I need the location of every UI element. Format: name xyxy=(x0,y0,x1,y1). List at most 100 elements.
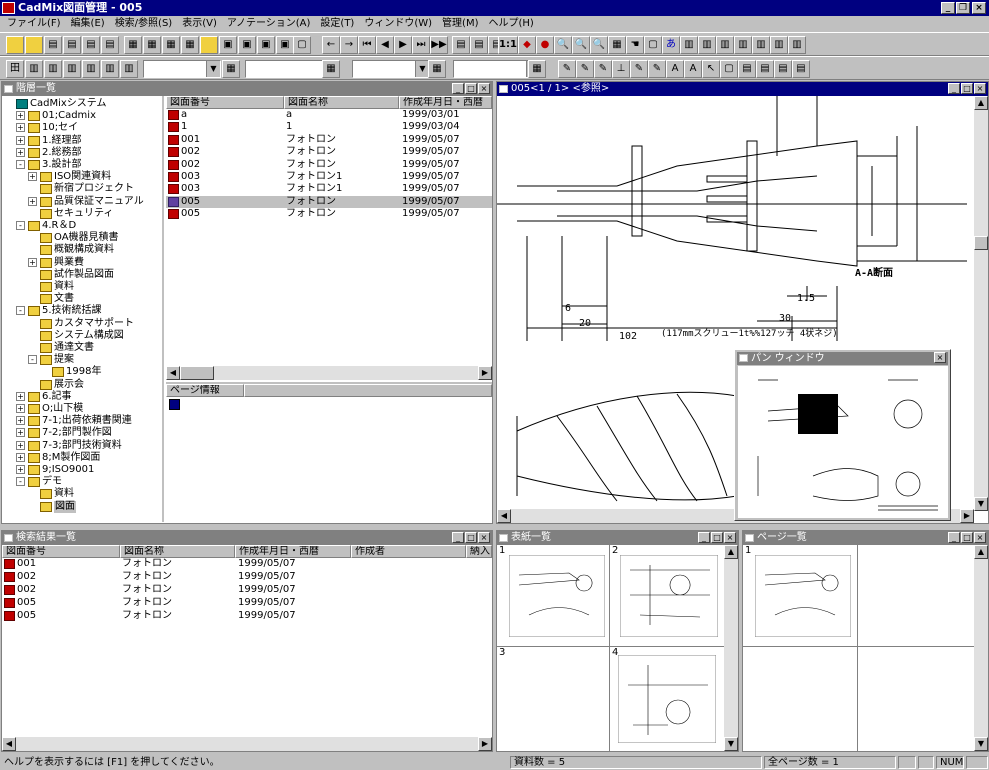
table-row[interactable]: 005 フォトロン 1999/05/07 xyxy=(166,208,492,220)
print-annotation-icon[interactable]: ▤ xyxy=(774,60,792,78)
combo-1[interactable]: ▼ xyxy=(143,60,221,78)
scroll-up-icon[interactable]: ▲ xyxy=(974,545,988,559)
expand-icon[interactable]: + xyxy=(16,123,25,133)
expand-icon[interactable]: + xyxy=(16,428,25,438)
tree-item[interactable]: +1.経理部 xyxy=(2,135,162,147)
expand-icon[interactable]: + xyxy=(28,257,37,267)
tree-item[interactable]: 1998年 xyxy=(2,366,162,378)
tree-item[interactable]: + O;山下模 xyxy=(2,403,162,415)
page-doc-icon[interactable] xyxy=(169,399,180,410)
menu-search[interactable]: 検索/参照(S) xyxy=(110,17,178,31)
tree-item[interactable]: - 4.R＆D xyxy=(2,220,162,232)
sheet-cell[interactable]: 3 xyxy=(497,647,610,751)
erase-icon[interactable]: ▢ xyxy=(720,60,738,78)
table-row[interactable]: 001 フォトロン 1999/05/07 xyxy=(166,134,492,146)
register-icon[interactable] xyxy=(200,36,218,54)
collapse-icon[interactable]: - xyxy=(16,160,25,169)
table-row[interactable]: 002 フォトロン 1999/05/07 xyxy=(166,146,492,158)
layout-icon-2[interactable]: ▥ xyxy=(698,36,716,54)
window-icon-6[interactable]: ▥ xyxy=(120,60,138,78)
restore-button[interactable]: ❐ xyxy=(956,2,970,14)
scroll-left-icon[interactable]: ◀ xyxy=(2,737,16,751)
search-hscroll[interactable]: ◀ ▶ xyxy=(2,737,492,751)
minimize-button[interactable]: _ xyxy=(941,2,955,14)
expand-icon[interactable]: + xyxy=(16,135,25,145)
pan-icon[interactable]: ☚ xyxy=(626,36,644,54)
table-row[interactable]: 1 1 1999/03/04 xyxy=(166,121,492,133)
viewer-minimize-button[interactable]: _ xyxy=(948,83,960,94)
scroll-up-icon[interactable]: ▲ xyxy=(724,545,738,559)
search-minimize-button[interactable]: _ xyxy=(452,532,464,543)
menu-help[interactable]: ヘルプ(H) xyxy=(483,17,538,31)
col-drawing-name[interactable]: 図面名称 xyxy=(284,96,399,109)
fast-forward-icon[interactable]: ▶▶ xyxy=(430,36,448,54)
text-icon[interactable]: A xyxy=(666,60,684,78)
marker-icon[interactable]: ✎ xyxy=(648,60,666,78)
scroll-right-icon[interactable]: ▶ xyxy=(478,737,492,751)
font-icon[interactable]: あ xyxy=(662,36,680,54)
page-vscroll[interactable]: ▲ ▼ xyxy=(974,545,988,751)
col-drawing-number[interactable]: 図面番号 xyxy=(166,96,284,109)
sheet-cell[interactable]: 1 xyxy=(497,545,610,647)
note-icon[interactable]: ▤ xyxy=(756,60,774,78)
combo-2-button[interactable]: ▦ xyxy=(322,60,340,78)
delete-doc-icon[interactable]: ▤ xyxy=(101,36,119,54)
app-icon[interactable] xyxy=(2,2,15,14)
tree-item[interactable]: +6.記事 xyxy=(2,391,162,403)
scroll-up-icon[interactable]: ▲ xyxy=(974,96,988,110)
drawing-list-hscroll[interactable]: ◀ ▶ xyxy=(166,366,492,380)
tree-item[interactable]: 通達文書 xyxy=(2,342,162,354)
rotate-icon[interactable]: ◆ xyxy=(518,36,536,54)
tree-item[interactable]: OA機器見積書 xyxy=(2,232,162,244)
tree-item[interactable]: +8;M製作図面 xyxy=(2,452,162,464)
scroll-left-icon[interactable]: ◀ xyxy=(497,509,511,523)
tree-item[interactable]: 概観構成資料 xyxy=(2,244,162,256)
menu-annotation[interactable]: アノテーション(A) xyxy=(222,17,316,31)
zoom-in-icon[interactable]: 🔍 xyxy=(554,36,572,54)
expand-icon[interactable]: + xyxy=(16,391,25,401)
page-cell[interactable] xyxy=(858,545,974,647)
tile-icon[interactable]: 田 xyxy=(6,60,24,78)
tree-maximize-button[interactable]: □ xyxy=(465,83,477,94)
select-icon[interactable]: ↖ xyxy=(702,60,720,78)
open-file-icon[interactable] xyxy=(25,36,43,54)
expand-icon[interactable]: + xyxy=(28,172,37,182)
page-cell[interactable]: 1 xyxy=(743,545,858,647)
open-folder-icon[interactable] xyxy=(6,36,24,54)
table-row[interactable]: 003 フォトロン1 1999/05/07 xyxy=(166,171,492,183)
combo-4-button[interactable]: ▦ xyxy=(528,60,546,78)
page-maximize-button[interactable]: □ xyxy=(961,532,973,543)
expand-icon[interactable]: + xyxy=(16,440,25,450)
col-created-date[interactable]: 作成年月日・西暦 xyxy=(399,96,492,109)
collapse-icon[interactable]: - xyxy=(16,477,25,487)
expand-icon[interactable]: + xyxy=(16,111,25,121)
table-row[interactable]: 005 フォトロン 1999/05/07 xyxy=(2,597,492,609)
viewer-maximize-button[interactable]: □ xyxy=(961,83,973,94)
expand-icon[interactable]: + xyxy=(16,465,25,474)
sheet-cell[interactable]: 4 xyxy=(610,647,724,751)
expand-icon[interactable]: + xyxy=(28,196,37,206)
settings-annotation-icon[interactable]: ▤ xyxy=(792,60,810,78)
paste-icon[interactable]: ▦ xyxy=(143,36,161,54)
menu-window[interactable]: ウィンドウ(W) xyxy=(359,17,437,31)
zoom-fit-icon[interactable]: 🔍 xyxy=(590,36,608,54)
col-author[interactable]: 作成者 xyxy=(351,545,466,558)
tree-item[interactable]: カスタマサポート xyxy=(2,318,162,330)
window-icon-2[interactable]: ▥ xyxy=(44,60,62,78)
collapse-icon[interactable]: - xyxy=(16,221,25,230)
layout-icon-5[interactable]: ▥ xyxy=(752,36,770,54)
tree-item[interactable]: +9;ISO9001 xyxy=(2,464,162,476)
table-row[interactable]: 001 フォトロン 1999/05/07 xyxy=(2,558,492,570)
tree-item[interactable]: - デモ xyxy=(2,476,162,488)
export-icon[interactable]: ▣ xyxy=(257,36,275,54)
pan-close-button[interactable]: × xyxy=(934,352,946,363)
close-button[interactable]: × xyxy=(972,2,986,14)
actual-size-icon[interactable]: 1:1 xyxy=(498,36,518,54)
tree-item[interactable]: 資料 xyxy=(2,488,162,500)
table-row[interactable]: 005 フォトロン 1999/05/07 xyxy=(2,610,492,622)
forward-icon[interactable]: → xyxy=(340,36,358,54)
tree-item[interactable]: CadMixシステム xyxy=(2,98,162,110)
table-row[interactable]: 002 フォトロン 1999/05/07 xyxy=(2,584,492,596)
layout-icon-3[interactable]: ▥ xyxy=(716,36,734,54)
scroll-left-icon[interactable]: ◀ xyxy=(166,366,180,380)
